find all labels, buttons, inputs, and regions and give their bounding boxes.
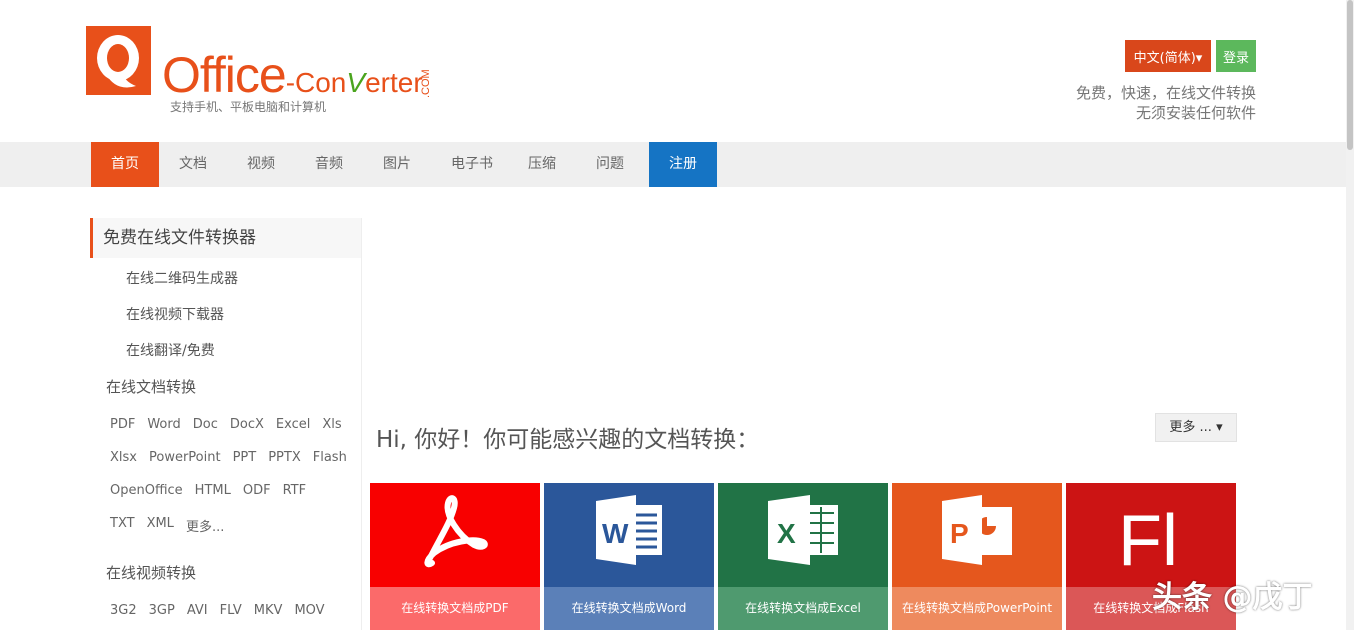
tile-pdf[interactable]: 在线转换文档成PDF [370, 483, 540, 630]
svg-text:X: X [777, 518, 796, 549]
excel-icon: X [768, 495, 838, 565]
format-link[interactable]: TXT [110, 516, 135, 535]
login-button[interactable]: 登录 [1216, 40, 1256, 72]
nav-archive[interactable]: 压缩 [513, 142, 571, 187]
format-link[interactable]: Excel [276, 417, 310, 432]
pdf-icon [424, 495, 488, 568]
doc-format-row-1: PDF Word Doc DocX Excel Xls [110, 417, 354, 432]
logo-mark[interactable] [86, 26, 151, 95]
format-link[interactable]: MKV [254, 603, 283, 618]
format-link[interactable]: Doc [193, 417, 218, 432]
format-link[interactable]: DocX [230, 417, 264, 432]
format-link[interactable]: PDF [110, 417, 135, 432]
format-link[interactable]: Xlsx [110, 450, 137, 465]
format-more-link[interactable]: 更多... [186, 516, 224, 535]
sidebar-doc-category[interactable]: 在线文档转换 [106, 376, 196, 397]
format-link[interactable]: HTML [195, 483, 231, 498]
logo-v: V [346, 67, 366, 98]
sidebar-link-video-downloader[interactable]: 在线视频下载器 [126, 304, 224, 324]
watermark: 头条 @戊丁 [1152, 580, 1313, 615]
main-nav: 首页 文档 视频 音频 图片 电子书 压缩 问题 注册 [91, 142, 717, 187]
nav-video[interactable]: 视频 [227, 142, 295, 187]
tile-label: 在线转换文档成Excel [718, 587, 888, 630]
nav-home[interactable]: 首页 [91, 142, 159, 187]
tagline-2: 无须安装任何软件 [1135, 104, 1256, 122]
doc-format-row-2: Xlsx PowerPoint PPT PPTX Flash [110, 450, 359, 465]
nav-register[interactable]: 注册 [649, 142, 717, 187]
format-link[interactable]: PPT [233, 450, 257, 465]
nav-images[interactable]: 图片 [363, 142, 431, 187]
word-icon: W [596, 495, 662, 565]
scrollbar-thumb[interactable] [1347, 0, 1353, 150]
logo-con: Con [295, 67, 347, 98]
nav-ebooks[interactable]: 电子书 [431, 142, 513, 187]
format-link[interactable]: Word [147, 417, 180, 432]
logo-subtitle: 支持手机、平板电脑和计算机 [170, 100, 327, 114]
tile-label: 在线转换文档成PowerPoint [892, 587, 1062, 630]
tile-excel[interactable]: X 在线转换文档成Excel [718, 483, 888, 630]
logo-office: Office [162, 47, 287, 103]
format-link[interactable]: XML [147, 516, 174, 535]
tile-label: 在线转换文档成Word [544, 587, 714, 630]
logo-wordmark[interactable]: Office-ConVerter [162, 46, 423, 104]
logo-erter: erter [365, 67, 423, 98]
format-link[interactable]: AVI [187, 603, 208, 618]
more-dropdown[interactable]: 更多 ... ▾ [1155, 413, 1237, 442]
video-format-row-1: 3G2 3GP AVI FLV MKV MOV [110, 603, 337, 618]
tagline-1: 免费，快速，在线文件转换 [1075, 84, 1256, 102]
flash-glyph: Fl [1118, 501, 1178, 581]
format-link[interactable]: PPTX [268, 450, 301, 465]
greeting-heading: Hi, 你好！你可能感兴趣的文档转换： [376, 427, 760, 453]
nav-documents[interactable]: 文档 [159, 142, 227, 187]
logo-com: .COM [420, 69, 432, 98]
format-link[interactable]: PowerPoint [149, 450, 221, 465]
format-link[interactable]: OpenOffice [110, 483, 183, 498]
format-link[interactable]: ODF [243, 483, 271, 498]
tile-powerpoint[interactable]: P 在线转换文档成PowerPoint [892, 483, 1062, 630]
svg-text:W: W [602, 518, 629, 549]
format-link[interactable]: MOV [294, 603, 324, 618]
sidebar-video-category[interactable]: 在线视频转换 [106, 562, 196, 583]
powerpoint-icon: P [942, 495, 1012, 565]
logo-dash: - [285, 67, 296, 98]
format-link[interactable]: 3GP [149, 603, 175, 618]
svg-text:P: P [950, 518, 969, 549]
nav-faq[interactable]: 问题 [571, 142, 649, 187]
sidebar-heading[interactable]: 免费在线文件转换器 [90, 218, 361, 258]
sidebar-link-translate[interactable]: 在线翻译/免费 [126, 340, 215, 360]
nav-audio[interactable]: 音频 [295, 142, 363, 187]
tile-word[interactable]: W 在线转换文档成Word [544, 483, 714, 630]
format-link[interactable]: RTF [283, 483, 307, 498]
doc-format-row-4: TXT XML 更多... [110, 516, 236, 535]
format-link[interactable]: 3G2 [110, 603, 137, 618]
format-link[interactable]: FLV [220, 603, 242, 618]
format-link[interactable]: Flash [313, 450, 347, 465]
sidebar-divider [361, 218, 362, 630]
sidebar-link-qr[interactable]: 在线二维码生成器 [126, 268, 238, 288]
logo-q-icon [97, 35, 139, 88]
language-dropdown[interactable]: 中文(简体)▾ [1125, 40, 1211, 72]
tile-label: 在线转换文档成PDF [370, 587, 540, 630]
doc-format-row-3: OpenOffice HTML ODF RTF [110, 483, 318, 498]
format-link[interactable]: Xls [322, 417, 341, 432]
